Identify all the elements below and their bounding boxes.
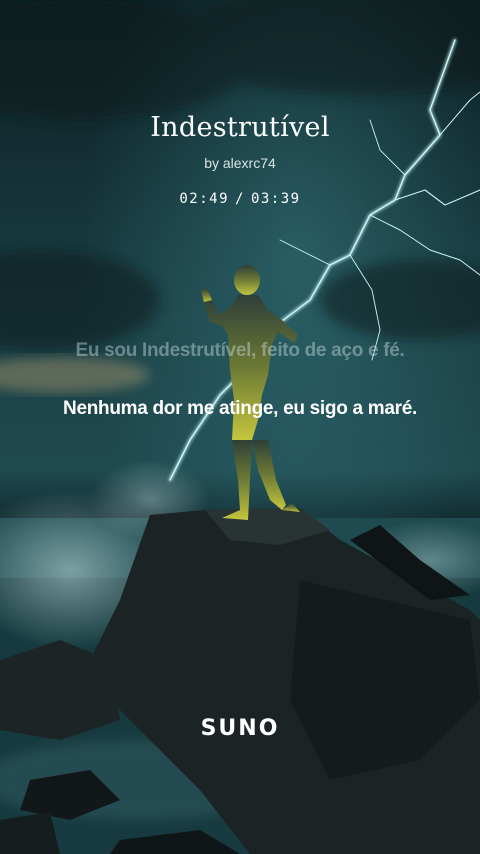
- lyric-line-current: Nenhuma dor me atinge, eu sigo a maré.: [63, 398, 417, 419]
- total-time: 03:39: [250, 191, 301, 207]
- lyric-line-previous: Eu sou Indestrutível, feito de aço e fé.: [75, 340, 405, 361]
- playback-time: 02:49 / 03:39: [0, 191, 480, 207]
- current-time: 02:49: [179, 191, 230, 207]
- time-separator: /: [235, 191, 245, 207]
- song-title: Indestrutível: [150, 112, 330, 143]
- suno-logo: SUNO: [200, 716, 280, 741]
- artist-name[interactable]: by alexrc74: [0, 155, 480, 171]
